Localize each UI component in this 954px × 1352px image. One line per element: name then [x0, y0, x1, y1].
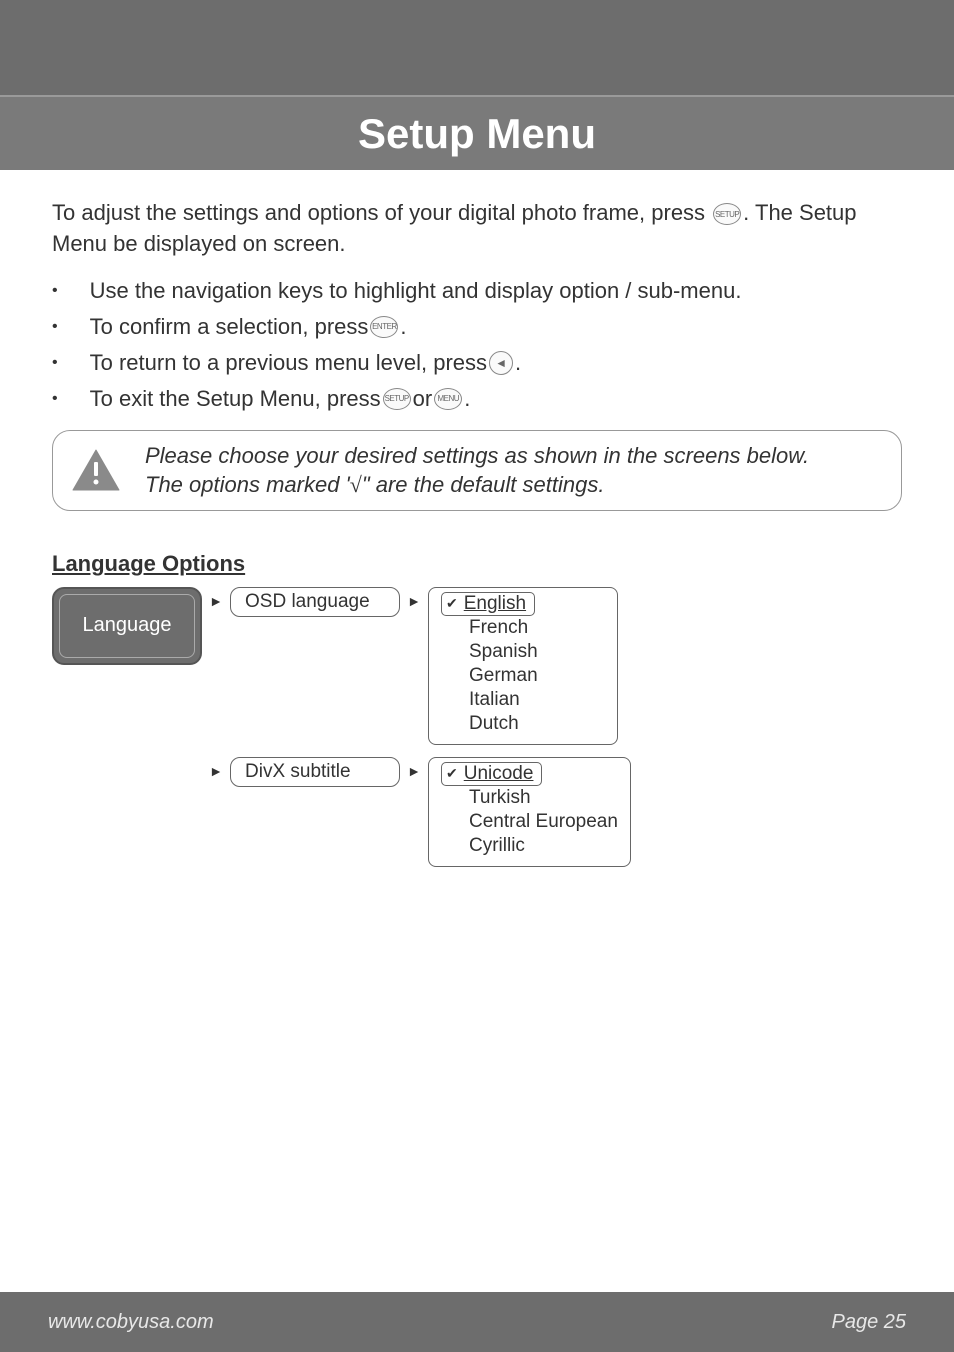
osd-language-options: ✔ English French Spanish German Italian …	[428, 587, 618, 745]
header-band: Setup Menu	[0, 0, 954, 170]
diagram-area: Language ► OSD language ► ✔ English Fren…	[52, 587, 902, 867]
bullet-4-or: or	[413, 386, 433, 412]
period: .	[464, 386, 470, 412]
bullet-4: • To exit the Setup Menu, press SETUP or…	[52, 386, 902, 412]
section-heading: Language Options	[52, 551, 902, 577]
bullet-1: • Use the navigation keys to highlight a…	[52, 278, 902, 304]
menu-icon: MENU	[434, 388, 462, 410]
bullet-dot-icon: •	[52, 282, 58, 300]
divx-subtitle-label: DivX subtitle	[245, 761, 351, 783]
bullet-2: • To confirm a selection, press ENTER.	[52, 314, 902, 340]
bullet-dot-icon: •	[52, 390, 58, 408]
diagram-row-1: Language ► OSD language ► ✔ English Fren…	[52, 587, 902, 745]
setup-icon: SETUP	[383, 388, 411, 410]
option-turkish: Turkish	[441, 786, 618, 810]
enter-icon: ENTER	[370, 316, 398, 338]
default-mark-box: ✔ Unicode	[441, 762, 542, 786]
check-icon: ✔	[446, 595, 458, 612]
check-glyph-icon: √	[350, 472, 362, 497]
note-line2: The options marked '√" are the default s…	[145, 470, 809, 500]
bullet-4-prefix: To exit the Setup Menu, press	[90, 386, 381, 412]
check-icon: ✔	[446, 765, 458, 782]
intro-prefix: To adjust the settings and options of yo…	[52, 200, 711, 225]
bullet-3-prefix: To return to a previous menu level, pres…	[90, 350, 487, 376]
bullet-list: • Use the navigation keys to highlight a…	[52, 278, 902, 412]
period: .	[400, 314, 406, 340]
note-line2-prefix: The options marked '	[145, 472, 350, 497]
default-mark-box: ✔ English	[441, 592, 535, 616]
page-title: Setup Menu	[358, 110, 596, 158]
divx-subtitle-options: ✔ Unicode Turkish Central European Cyril…	[428, 757, 631, 867]
language-main-box: Language	[52, 587, 202, 665]
option-english: English	[464, 593, 526, 615]
bullet-1-text: Use the navigation keys to highlight and…	[90, 278, 742, 304]
arrow-icon: ►	[406, 757, 422, 779]
arrow-icon: ►	[208, 757, 224, 779]
title-band: Setup Menu	[0, 95, 954, 170]
bullet-dot-icon: •	[52, 354, 58, 372]
diagram-row-2: ► DivX subtitle ► ✔ Unicode Turkish Cent…	[52, 757, 902, 867]
warning-icon	[71, 448, 121, 492]
left-arrow-icon: ◄	[489, 351, 513, 375]
note-line2-suffix: " are the default settings.	[362, 472, 605, 497]
period: .	[515, 350, 521, 376]
arrow-icon: ►	[208, 587, 224, 609]
option-italian: Italian	[441, 688, 605, 712]
option-dutch: Dutch	[441, 712, 605, 736]
footer-url: www.cobyusa.com	[48, 1311, 214, 1334]
osd-language-label: OSD language	[245, 591, 370, 613]
bullet-3: • To return to a previous menu level, pr…	[52, 350, 902, 376]
language-main-label: Language	[83, 614, 172, 637]
bullet-2-prefix: To confirm a selection, press	[90, 314, 369, 340]
arrow-icon: ►	[406, 587, 422, 609]
note-text: Please choose your desired settings as s…	[145, 441, 809, 500]
intro-text: To adjust the settings and options of yo…	[52, 198, 902, 260]
footer: www.cobyusa.com Page 25	[0, 1292, 954, 1352]
option-default: ✔ English	[441, 592, 605, 616]
content-area: To adjust the settings and options of yo…	[0, 170, 954, 867]
option-spanish: Spanish	[441, 640, 605, 664]
option-central-european: Central European	[441, 810, 618, 834]
divx-subtitle-box: DivX subtitle	[230, 757, 400, 787]
footer-page: Page 25	[831, 1311, 906, 1334]
osd-language-box: OSD language	[230, 587, 400, 617]
setup-icon: SETUP	[713, 203, 741, 225]
language-main-box-inner: Language	[59, 594, 195, 658]
option-german: German	[441, 664, 605, 688]
note-line1: Please choose your desired settings as s…	[145, 441, 809, 471]
bullet-dot-icon: •	[52, 318, 58, 336]
option-cyrillic: Cyrillic	[441, 834, 618, 858]
note-box: Please choose your desired settings as s…	[52, 430, 902, 511]
option-default: ✔ Unicode	[441, 762, 618, 786]
option-unicode: Unicode	[464, 763, 534, 785]
option-french: French	[441, 616, 605, 640]
